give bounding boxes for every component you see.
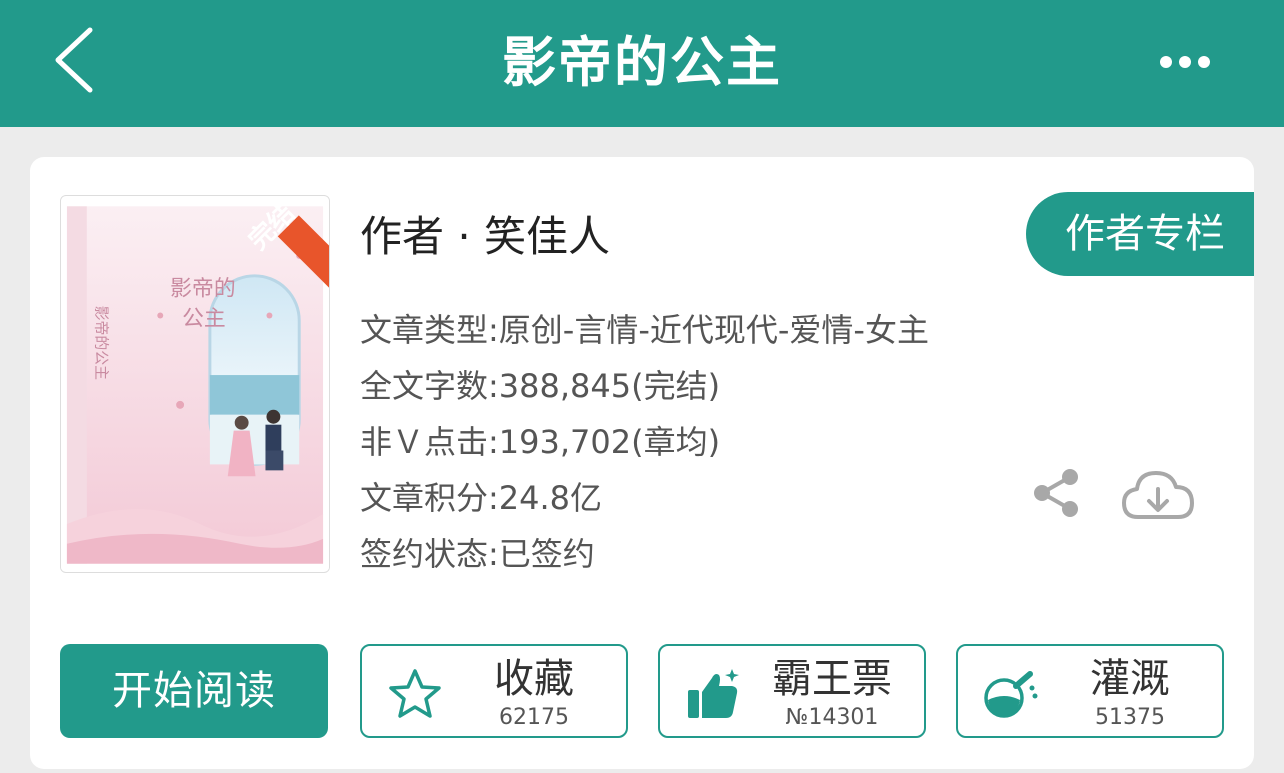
meta-category: 文章类型:原创-言情-近代现代-爱情-女主 [360,311,929,349]
top-bar: 影帝的公主 [0,0,1284,127]
meta-word-count: 全文字数:388,845(完结) [360,367,721,405]
book-cover[interactable]: 影帝的 公主 影帝的公主 完结 [60,195,330,573]
page-title: 影帝的公主 [502,31,782,94]
vote-count: №14301 [785,705,879,730]
more-dots-icon [1160,56,1210,68]
author-column-button[interactable]: 作者专栏 [1026,192,1254,276]
cover-side-title: 影帝的公主 [93,306,110,380]
nourish-label: 灌溉 [1090,656,1170,702]
favorite-count: 62175 [499,705,569,730]
thumbs-up-icon [688,669,739,718]
flask-icon [984,671,1038,718]
meta-score: 文章积分:24.8亿 [360,479,603,517]
favorite-label: 收藏 [494,656,574,702]
star-outline-icon [389,669,441,718]
nourish-count: 51375 [1095,705,1165,730]
cover-title-line1: 影帝的 [170,277,236,301]
favorite-button[interactable]: 收藏 62175 [360,644,628,738]
cover-title-line2: 公主 [182,306,226,330]
cloud-download-icon[interactable] [1120,465,1196,525]
share-icon[interactable] [1030,465,1082,521]
book-cover-image: 影帝的 公主 影帝的公主 完结 [61,196,329,572]
author-name[interactable]: 作者 · 笑佳人 [360,209,610,265]
meta-sign-status: 签约状态:已签约 [360,535,595,573]
start-reading-button[interactable]: 开始阅读 [60,644,328,738]
nourish-button[interactable]: 灌溉 51375 [956,644,1224,738]
more-button[interactable] [1150,40,1220,84]
vote-button[interactable]: 霸王票 №14301 [658,644,926,738]
book-meta: 文章类型:原创-言情-近代现代-爱情-女主 全文字数:388,845(完结) 非… [360,302,929,582]
book-info-card: 影帝的 公主 影帝的公主 完结 作者 · 笑佳人 作者专栏 文章类型:原创-言情… [30,157,1254,769]
meta-clicks: 非Ｖ点击:193,702(章均) [360,423,721,461]
vote-label: 霸王票 [772,656,892,702]
